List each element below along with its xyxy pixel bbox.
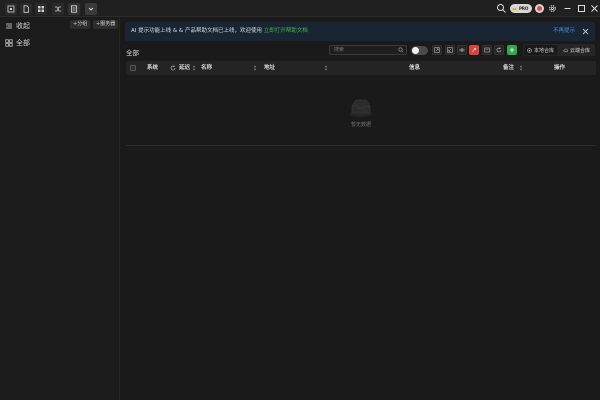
close-icon[interactable] [582, 28, 589, 35]
refresh-button[interactable] [494, 45, 504, 55]
table-header: 系统 延迟 名称 地址 信息 备注 操作 [126, 61, 596, 75]
search-icon [398, 47, 404, 53]
plug-icon [472, 48, 476, 52]
shuffle-icon [55, 6, 61, 12]
help-doc-link[interactable]: 立即打开帮助文档 [264, 28, 308, 34]
sort-icon[interactable] [324, 65, 328, 71]
local-library-label: 本地合库 [534, 47, 555, 54]
sort-icon[interactable] [253, 65, 257, 71]
collapse-icon [6, 23, 12, 28]
refresh-icon [496, 47, 502, 53]
connect-button[interactable] [469, 45, 479, 55]
tab-home[interactable] [5, 3, 17, 15]
search-input[interactable]: 搜索 [329, 45, 407, 55]
empty-box-icon [350, 99, 372, 117]
add-server-toolbar-button[interactable] [507, 45, 517, 55]
chevron-down-icon [88, 7, 94, 11]
sidebar-item-all[interactable]: 全部 [5, 37, 30, 48]
search-icon [497, 4, 506, 13]
terminal-button[interactable] [482, 45, 492, 55]
crown-icon [512, 7, 517, 10]
server-table: 系统 延迟 名称 地址 信息 备注 操作 暂无数据 [126, 61, 596, 146]
col-address[interactable]: 地址 [264, 61, 275, 75]
notice-banner: AI 提示功能上线 & & 产品帮助文档已上线，欢迎使用 立即打开帮助文档 不再… [125, 22, 595, 41]
sidebar: 收起 +分组 +服务器 全部 [0, 17, 120, 400]
tab-shuffle[interactable] [52, 3, 64, 15]
cloud-icon [563, 48, 568, 52]
tab-file[interactable] [20, 3, 32, 15]
visibility-button[interactable] [457, 45, 467, 55]
sort-icon[interactable] [192, 65, 196, 71]
close-icon [591, 5, 598, 12]
refresh-icon[interactable] [170, 65, 176, 71]
col-system[interactable]: 系统 [147, 61, 158, 75]
settings-icon [549, 5, 556, 12]
avatar[interactable] [535, 4, 544, 13]
search-placeholder: 搜索 [334, 47, 345, 53]
tab-dropdown[interactable] [85, 3, 97, 15]
terminal-icon [484, 47, 490, 53]
sidebar-collapse-label: 收起 [16, 21, 30, 30]
minimize-button[interactable] [562, 3, 573, 14]
pro-badge-label: PRO [519, 6, 529, 11]
settings-button[interactable] [547, 3, 558, 14]
main-panel: AI 提示功能上线 & & 产品帮助文档已上线，欢迎使用 立即打开帮助文档 不再… [121, 17, 600, 400]
file-icon [23, 5, 29, 13]
maximize-icon [578, 5, 585, 12]
add-server-button[interactable]: +服务器 [93, 20, 119, 29]
minimize-icon [564, 8, 571, 9]
export-icon [447, 47, 453, 53]
cloud-library-button[interactable]: 云端合库 [560, 45, 593, 55]
local-library-button[interactable]: 本地合库 [524, 45, 558, 55]
col-name[interactable]: 名称 [201, 61, 212, 75]
pro-badge[interactable]: PRO [510, 4, 532, 13]
add-group-button[interactable]: +分组 [70, 20, 91, 29]
sort-icon[interactable] [519, 65, 523, 71]
empty-text: 暂无数据 [350, 122, 371, 128]
global-search-button[interactable] [496, 3, 507, 14]
col-delay[interactable]: 延迟 [179, 61, 190, 75]
sidebar-item-label: 全部 [16, 38, 30, 47]
tab-list[interactable] [68, 3, 80, 15]
dismiss-notice-link[interactable]: 不再提示 [553, 22, 575, 41]
view-toggle[interactable] [411, 46, 428, 55]
col-remark[interactable]: 备注 [503, 61, 514, 75]
cloud-library-label: 云端合库 [570, 47, 591, 54]
tab-grid[interactable] [35, 3, 47, 15]
home-icon [7, 5, 15, 13]
close-window-button[interactable] [589, 3, 600, 14]
notice-text: AI 提示功能上线 & & 产品帮助文档已上线，欢迎使用 [131, 28, 262, 34]
plus-icon [509, 47, 515, 53]
import-button[interactable] [432, 45, 442, 55]
eye-icon [459, 48, 465, 52]
col-info[interactable]: 信息 [409, 61, 420, 75]
empty-state: 暂无数据 [346, 95, 376, 128]
col-action: 操作 [554, 65, 566, 71]
grid-icon [38, 6, 44, 12]
sidebar-collapse[interactable]: 收起 [5, 20, 30, 31]
compass-icon [527, 47, 532, 53]
list-icon [71, 5, 77, 13]
title-bar: PRO [0, 0, 600, 17]
breadcrumb: 全部 [126, 49, 139, 57]
maximize-button[interactable] [576, 3, 587, 14]
import-icon [434, 47, 440, 53]
notice-message: AI 提示功能上线 & & 产品帮助文档已上线，欢迎使用 立即打开帮助文档 [131, 22, 308, 41]
grid-icon [5, 38, 13, 47]
table-divider [126, 145, 596, 146]
export-button[interactable] [445, 45, 455, 55]
library-switch: 本地合库 云端合库 [523, 44, 595, 56]
select-all-checkbox[interactable] [130, 65, 136, 71]
